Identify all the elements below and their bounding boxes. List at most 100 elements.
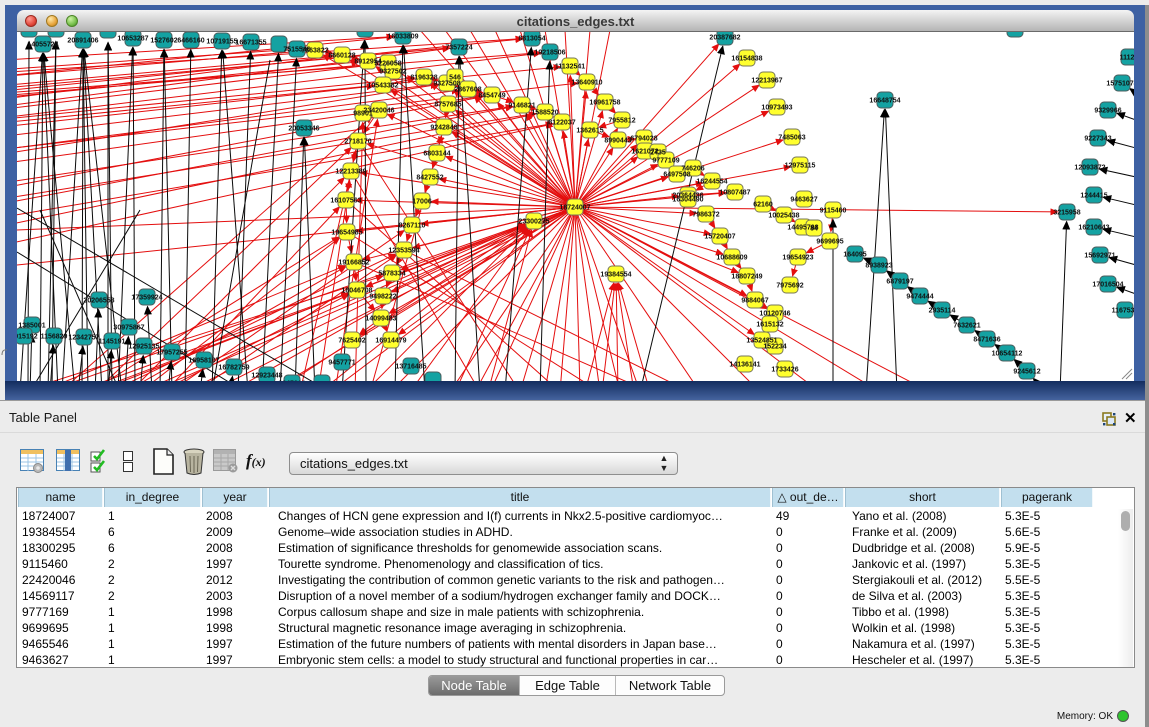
svg-text:17006: 17006 <box>412 199 432 206</box>
svg-text:20053346: 20053346 <box>288 126 319 133</box>
svg-text:10688609: 10688609 <box>716 255 747 262</box>
svg-text:8427552: 8427552 <box>416 175 443 182</box>
svg-text:14136141: 14136141 <box>729 362 760 369</box>
svg-text:12353594: 12353594 <box>388 248 419 255</box>
svg-text:18807249: 18807249 <box>731 274 762 281</box>
svg-text:7632621: 7632621 <box>953 323 980 330</box>
svg-text:164095: 164095 <box>843 252 866 259</box>
svg-text:17957255: 17957255 <box>156 350 187 357</box>
svg-text:9242848: 9242848 <box>430 125 457 132</box>
svg-text:16033809: 16033809 <box>387 34 418 41</box>
svg-text:12975115: 12975115 <box>785 163 816 170</box>
svg-text:10025438: 10025438 <box>768 213 799 220</box>
svg-text:6497508: 6497508 <box>663 172 690 179</box>
svg-text:9699695: 9699695 <box>816 239 843 246</box>
svg-text:7357224: 7357224 <box>445 45 472 52</box>
svg-text:1733426: 1733426 <box>771 367 798 374</box>
svg-text:9457771: 9457771 <box>328 360 355 367</box>
svg-text:746206: 746206 <box>681 166 704 173</box>
svg-text:1385001: 1385001 <box>18 323 45 330</box>
svg-text:16244554: 16244554 <box>696 179 727 186</box>
svg-text:9463627: 9463627 <box>790 197 817 204</box>
svg-text:16914479: 16914479 <box>375 338 406 345</box>
svg-text:8938923: 8938923 <box>865 263 892 270</box>
svg-text:10543382: 10543382 <box>367 83 398 90</box>
svg-text:2435: 2435 <box>650 150 666 157</box>
svg-text:11132541: 11132541 <box>555 64 585 71</box>
svg-text:12213389: 12213389 <box>335 169 366 176</box>
svg-text:7975692: 7975692 <box>776 283 803 290</box>
svg-text:1145191: 1145191 <box>99 339 126 346</box>
svg-text:13716485: 13716485 <box>395 364 426 371</box>
svg-text:13640910: 13640910 <box>571 80 602 87</box>
svg-text:1527602: 1527602 <box>150 38 177 45</box>
svg-text:1244415: 1244415 <box>1080 193 1107 200</box>
svg-text:30975867: 30975867 <box>113 325 144 332</box>
svg-text:16648754: 16648754 <box>869 98 900 105</box>
svg-text:6803144: 6803144 <box>423 151 450 158</box>
svg-text:8757685: 8757685 <box>434 102 461 109</box>
svg-text:9245012: 9245012 <box>278 381 305 382</box>
svg-text:10120746: 10120746 <box>759 311 790 318</box>
svg-text:9777109: 9777109 <box>652 158 679 165</box>
svg-text:12342757: 12342757 <box>68 335 99 342</box>
svg-text:98901: 98901 <box>353 111 373 118</box>
svg-text:10653287: 10653287 <box>117 36 148 43</box>
svg-text:6794028: 6794028 <box>630 136 657 143</box>
svg-text:6466160: 6466160 <box>177 38 204 45</box>
svg-text:17359924: 17359924 <box>131 295 162 302</box>
svg-text:2718170: 2718170 <box>344 139 371 146</box>
svg-text:9474444: 9474444 <box>906 294 933 301</box>
svg-text:19218506: 19218506 <box>534 50 565 57</box>
svg-text:16154838: 16154838 <box>731 56 762 63</box>
svg-text:152234: 152234 <box>763 344 786 351</box>
svg-text:1167533: 1167533 <box>1112 308 1134 315</box>
svg-text:84: 84 <box>810 226 818 233</box>
svg-text:7986372: 7986372 <box>692 212 719 219</box>
svg-text:14055724: 14055724 <box>27 42 58 49</box>
svg-text:10807487: 10807487 <box>719 190 750 197</box>
svg-text:17016504: 17016504 <box>1092 282 1123 289</box>
svg-text:10973493: 10973493 <box>761 105 792 112</box>
svg-text:7955812: 7955812 <box>608 118 635 125</box>
svg-text:12093872: 12093872 <box>1074 165 1105 172</box>
svg-text:19166852: 19166852 <box>338 260 369 267</box>
svg-text:7663822: 7663822 <box>301 48 328 55</box>
svg-text:23300275: 23300275 <box>518 219 549 226</box>
svg-text:8813054: 8813054 <box>518 36 545 43</box>
svg-text:16782759: 16782759 <box>218 365 249 372</box>
svg-text:16210643: 16210643 <box>1078 225 1109 232</box>
svg-text:9327502: 9327502 <box>379 69 406 76</box>
svg-text:12923448: 12923448 <box>251 373 282 380</box>
svg-text:11124: 11124 <box>1120 55 1134 62</box>
svg-text:10654112: 10654112 <box>992 351 1023 358</box>
svg-text:19384554: 19384554 <box>600 272 631 279</box>
svg-text:8660128: 8660128 <box>328 53 355 60</box>
svg-text:2935114: 2935114 <box>929 308 956 315</box>
svg-text:20891406: 20891406 <box>67 38 98 45</box>
svg-text:10719155: 10719155 <box>206 39 237 46</box>
svg-text:9115460: 9115460 <box>820 208 847 215</box>
svg-text:9146821: 9146821 <box>508 103 535 110</box>
svg-text:9245612: 9245612 <box>1013 369 1040 376</box>
svg-text:546: 546 <box>449 75 461 82</box>
svg-text:8267110: 8267110 <box>399 223 426 230</box>
svg-text:1156829: 1156829 <box>41 334 68 341</box>
svg-text:8990443: 8990443 <box>604 138 631 145</box>
svg-text:12213967: 12213967 <box>751 78 782 85</box>
svg-text:20206558: 20206558 <box>83 298 114 305</box>
svg-text:6879197: 6879197 <box>886 279 913 286</box>
svg-text:15720407: 15720407 <box>704 234 735 241</box>
svg-text:18046708: 18046708 <box>341 288 372 295</box>
svg-text:16107563: 16107563 <box>330 198 361 205</box>
svg-text:9498222: 9498222 <box>369 294 396 301</box>
svg-text:14099483: 14099483 <box>365 316 396 323</box>
svg-text:16958107: 16958107 <box>188 358 219 365</box>
svg-text:5878334: 5878334 <box>378 271 405 278</box>
svg-text:62160: 62160 <box>753 202 773 209</box>
svg-text:16961758: 16961758 <box>589 100 620 107</box>
svg-text:8122037: 8122037 <box>548 120 575 127</box>
svg-text:3215958: 3215958 <box>1053 210 1080 217</box>
svg-text:19654985: 19654985 <box>331 230 362 237</box>
svg-text:12925135: 12925135 <box>128 344 159 351</box>
